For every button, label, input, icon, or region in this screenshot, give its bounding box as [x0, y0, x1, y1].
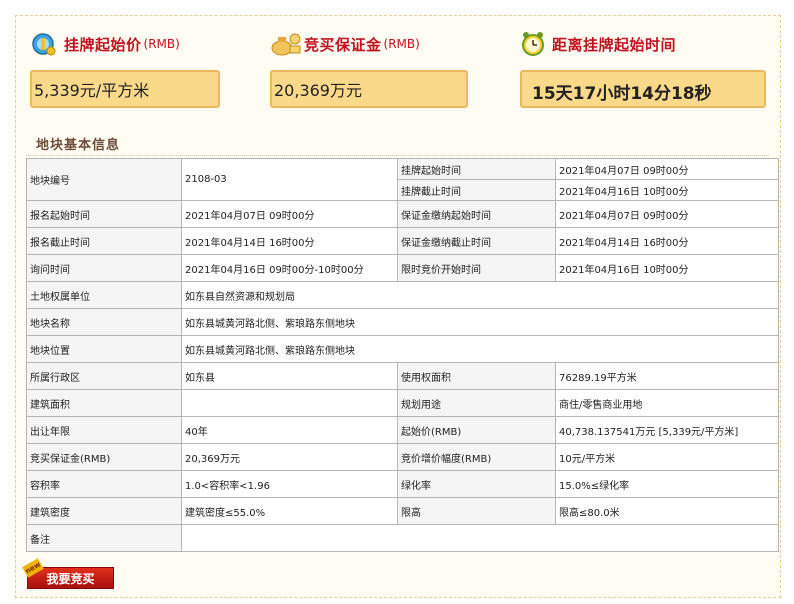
- table-row: 所属行政区 如东县 使用权面积 76289.19平方米: [26, 362, 779, 390]
- field-value: 2021年04月16日 10时00分: [555, 254, 779, 282]
- field-label: 备注: [26, 524, 182, 552]
- table-row: 报名截止时间 2021年04月14日 16时00分 保证金缴纳截止时间 2021年04…: [26, 227, 779, 255]
- field-label: 报名起始时间: [26, 200, 182, 228]
- field-value: 2021年04月07日 09时00分: [555, 200, 779, 228]
- deposit-box: 20,369万元: [270, 70, 468, 108]
- table-row: 出让年限 40年 起始价(RMB) 40,738.137541万元 [5,339元/平…: [26, 416, 779, 444]
- price-tag-icon: [32, 33, 56, 56]
- countdown-header: 距离挂牌起始时间: [520, 31, 676, 57]
- field-label: 限高: [397, 497, 556, 525]
- alarm-clock-icon: [522, 32, 544, 56]
- starting-price-value: 5,339元/平方米: [34, 81, 150, 100]
- field-value: 1.0<容积率<1.96: [181, 470, 398, 498]
- field-label: 保证金缴纳截止时间: [397, 227, 556, 255]
- field-label: 挂牌截止时间: [397, 179, 556, 201]
- countdown-box: 15天17小时14分18秒: [520, 70, 766, 108]
- field-label: 限时竞价开始时间: [397, 254, 556, 282]
- table-row: 容积率 1.0<容积率<1.96 绿化率 15.0%≤绿化率: [26, 470, 779, 498]
- table-row: 备注: [26, 524, 779, 552]
- field-value: 40,738.137541万元 [5,339元/平方米]: [555, 416, 779, 444]
- table-row: 竞买保证金(RMB) 20,369万元 竞价增价幅度(RMB) 10元/平方米: [26, 443, 779, 471]
- parcel-info-table: 地块编号 2108-03 挂牌起始时间 2021年04月07日 09时00分 挂牌截止时…: [26, 158, 779, 552]
- field-value: 2021年04月07日 09时00分: [555, 158, 779, 180]
- field-value: 限高≤80.0米: [555, 497, 779, 525]
- starting-price-box: 5,339元/平方米: [30, 70, 220, 108]
- field-label: 保证金缴纳起始时间: [397, 200, 556, 228]
- field-value: 商住/零售商业用地: [555, 389, 779, 417]
- field-label: 竞买保证金(RMB): [26, 443, 182, 471]
- field-label: 所属行政区: [26, 362, 182, 390]
- field-value: 如东县城黄河路北侧、紫琅路东侧地块: [181, 308, 779, 336]
- field-label: 起始价(RMB): [397, 416, 556, 444]
- countdown-label: 距离挂牌起始时间: [552, 35, 677, 54]
- field-value: 2021年04月07日 09时00分: [181, 200, 398, 228]
- deposit-value: 20,369万元: [274, 81, 362, 100]
- field-label: 建筑密度: [26, 497, 182, 525]
- countdown-value: 15天17小时14分18秒: [532, 83, 712, 104]
- field-label: 绿化率: [397, 470, 556, 498]
- field-value: [181, 524, 779, 552]
- bid-button-label: 我要竞买: [46, 571, 95, 586]
- field-label: 挂牌起始时间: [397, 158, 556, 180]
- field-label: 询问时间: [26, 254, 182, 282]
- field-value: 如东县城黄河路北侧、紫琅路东侧地块: [181, 335, 779, 363]
- field-value: 10元/平方米: [555, 443, 779, 471]
- field-value: 2108-03: [181, 158, 398, 201]
- field-label: 地块编号: [26, 158, 182, 201]
- field-label: 报名截止时间: [26, 227, 182, 255]
- field-label: 规划用途: [397, 389, 556, 417]
- table-row: 地块位置 如东县城黄河路北侧、紫琅路东侧地块: [26, 335, 779, 363]
- field-label: 出让年限: [26, 416, 182, 444]
- table-row: 地块名称 如东县城黄河路北侧、紫琅路东侧地块: [26, 308, 779, 336]
- table-row: 建筑面积 规划用途 商住/零售商业用地: [26, 389, 779, 417]
- table-row: 土地权属单位 如东县自然资源和规划局: [26, 281, 779, 309]
- starting-price-unit: (RMB): [143, 37, 180, 51]
- field-value: 如东县自然资源和规划局: [181, 281, 779, 309]
- field-value: [181, 389, 398, 417]
- field-value: 如东县: [181, 362, 398, 390]
- field-label: 地块名称: [26, 308, 182, 336]
- money-bag-icon: [271, 33, 301, 56]
- field-label: 容积率: [26, 470, 182, 498]
- field-value: 2021年04月14日 16时00分: [555, 227, 779, 255]
- field-label: 竞价增价幅度(RMB): [397, 443, 556, 471]
- deposit-unit: (RMB): [383, 37, 420, 51]
- starting-price-label: 挂牌起始价: [64, 35, 142, 54]
- table-row: 询问时间 2021年04月16日 09时00分-10时00分 限时竞价开始时间 202…: [26, 254, 779, 282]
- field-label: 使用权面积: [397, 362, 556, 390]
- table-row: 报名起始时间 2021年04月07日 09时00分 保证金缴纳起始时间 2021年04…: [26, 200, 779, 228]
- field-label: 建筑面积: [26, 389, 182, 417]
- field-label: 土地权属单位: [26, 281, 182, 309]
- field-value: 2021年04月16日 10时00分: [555, 179, 779, 201]
- field-value: 76289.19平方米: [555, 362, 779, 390]
- field-value: 40年: [181, 416, 398, 444]
- field-value: 建筑密度≤55.0%: [181, 497, 398, 525]
- field-label: 地块位置: [26, 335, 182, 363]
- field-value: 2021年04月14日 16时00分: [181, 227, 398, 255]
- section-title: 地块基本信息: [36, 138, 121, 153]
- field-value: 2021年04月16日 09时00分-10时00分: [181, 254, 398, 282]
- table-row: 建筑密度 建筑密度≤55.0% 限高 限高≤80.0米: [26, 497, 779, 525]
- field-value: 20,369万元: [181, 443, 398, 471]
- table-row: 地块编号 2108-03 挂牌起始时间 2021年04月07日 09时00分: [26, 158, 779, 201]
- deposit-header: 竞买保证金 (RMB): [270, 31, 420, 57]
- section-divider: [26, 155, 769, 156]
- deposit-label: 竞买保证金: [304, 35, 382, 54]
- starting-price-header: 挂牌起始价 (RMB): [30, 31, 180, 57]
- field-value: 15.0%≤绿化率: [555, 470, 779, 498]
